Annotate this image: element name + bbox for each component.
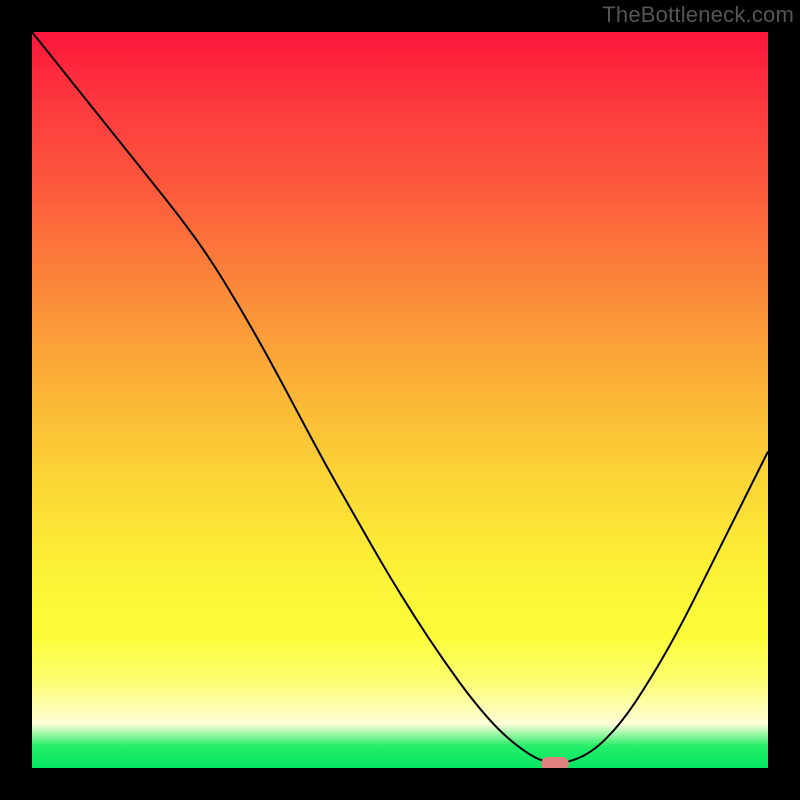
watermark-label: TheBottleneck.com — [602, 2, 794, 28]
plot-area — [32, 32, 768, 768]
background-gradient — [32, 32, 768, 768]
chart-container: TheBottleneck.com — [0, 0, 800, 800]
optimal-point-marker — [541, 757, 569, 768]
